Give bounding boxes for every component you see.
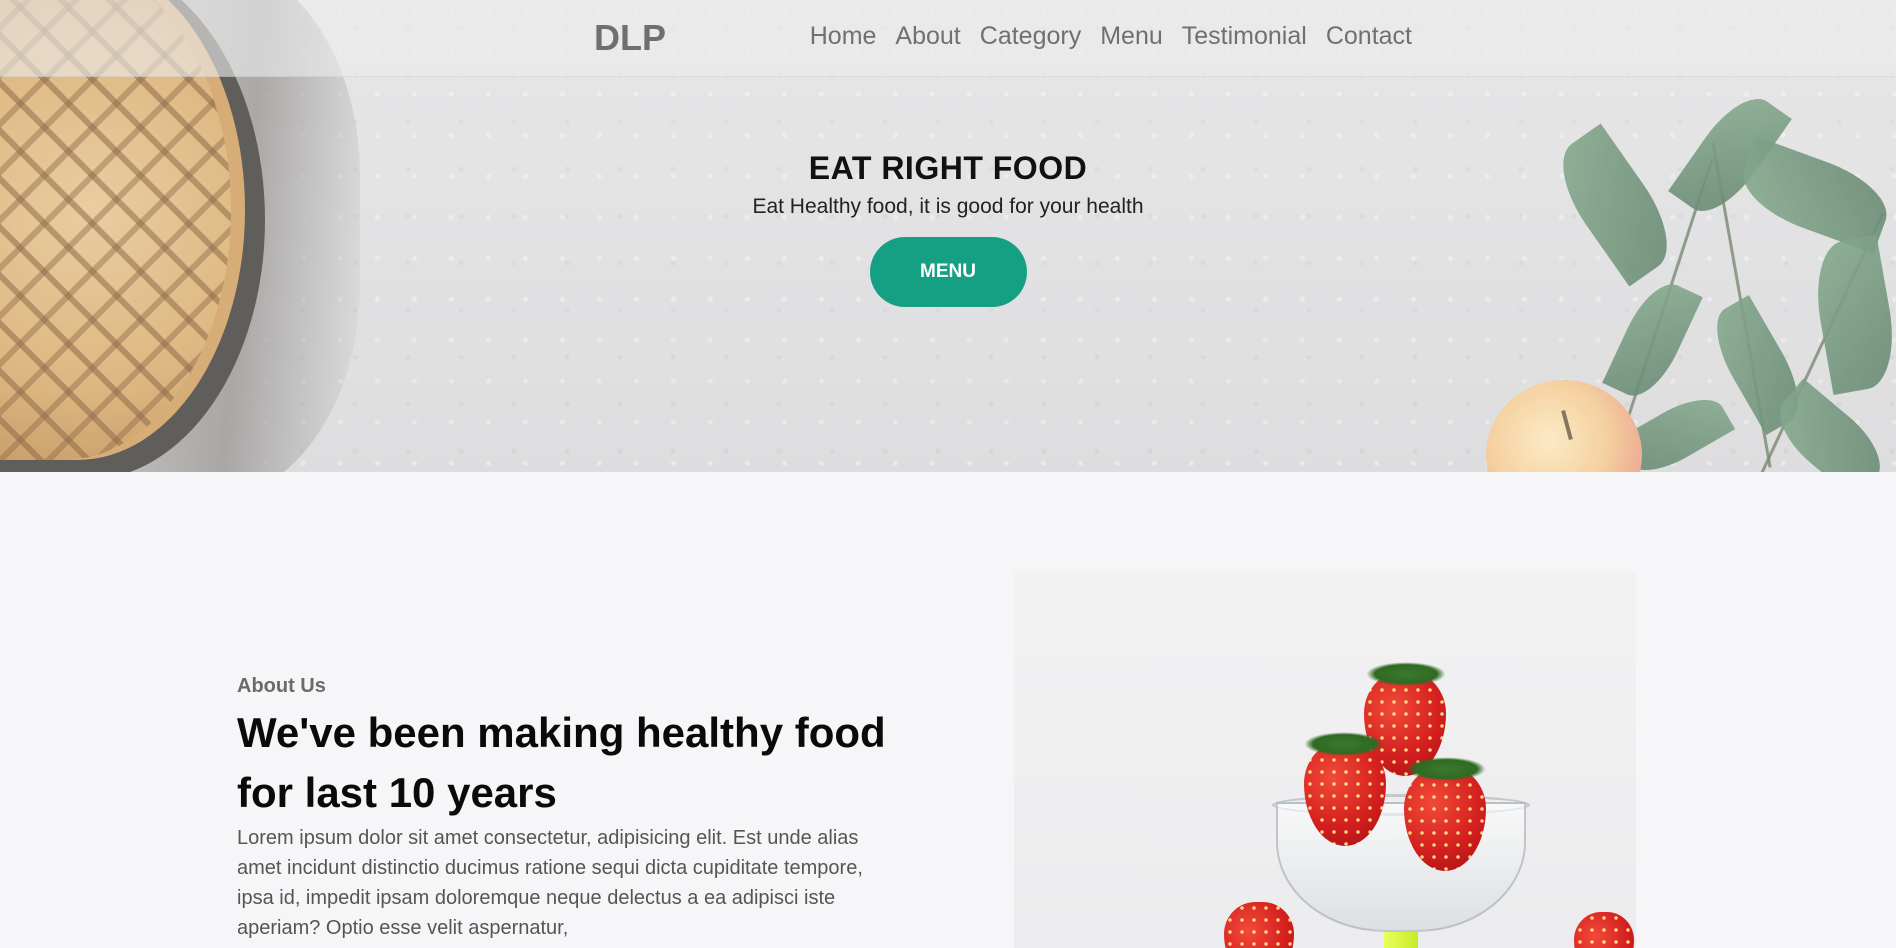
brand-logo[interactable]: DLP [594, 17, 666, 59]
strawberry-leaves [1406, 757, 1486, 781]
navbar: DLP Home About Category Menu Testimonial… [0, 0, 1896, 77]
about-kicker: About Us [237, 675, 326, 697]
nav-links: Home About Category Menu Testimonial Con… [810, 22, 1412, 51]
glass-stem [1384, 932, 1418, 948]
nav-link-menu[interactable]: Menu [1100, 22, 1163, 51]
nav-link-contact[interactable]: Contact [1326, 22, 1412, 51]
hero-content: EAT RIGHT FOOD Eat Healthy food, it is g… [0, 150, 1896, 307]
about-text: Lorem ipsum dolor sit amet consectetur, … [237, 827, 863, 939]
hero-title: EAT RIGHT FOOD [808, 150, 1088, 186]
strawberry-leaves [1304, 732, 1384, 756]
menu-button[interactable]: MENU [869, 237, 1027, 307]
about-section: About Us We've been making healthy food … [0, 472, 1896, 948]
nav-link-testimonial[interactable]: Testimonial [1182, 22, 1307, 51]
about-heading: We've been making healthy food for last … [237, 709, 886, 816]
strawberries-image [1014, 572, 1636, 948]
nav-link-category[interactable]: Category [980, 22, 1081, 51]
strawberry [1574, 912, 1634, 948]
hero-subtitle: Eat Healthy food, it is good for your he… [752, 195, 1144, 218]
hero-section: DLP Home About Category Menu Testimonial… [0, 0, 1896, 472]
strawberry [1224, 902, 1294, 948]
nav-link-about[interactable]: About [895, 22, 960, 51]
nav-link-home[interactable]: Home [810, 22, 877, 51]
strawberry-leaves [1366, 662, 1446, 686]
